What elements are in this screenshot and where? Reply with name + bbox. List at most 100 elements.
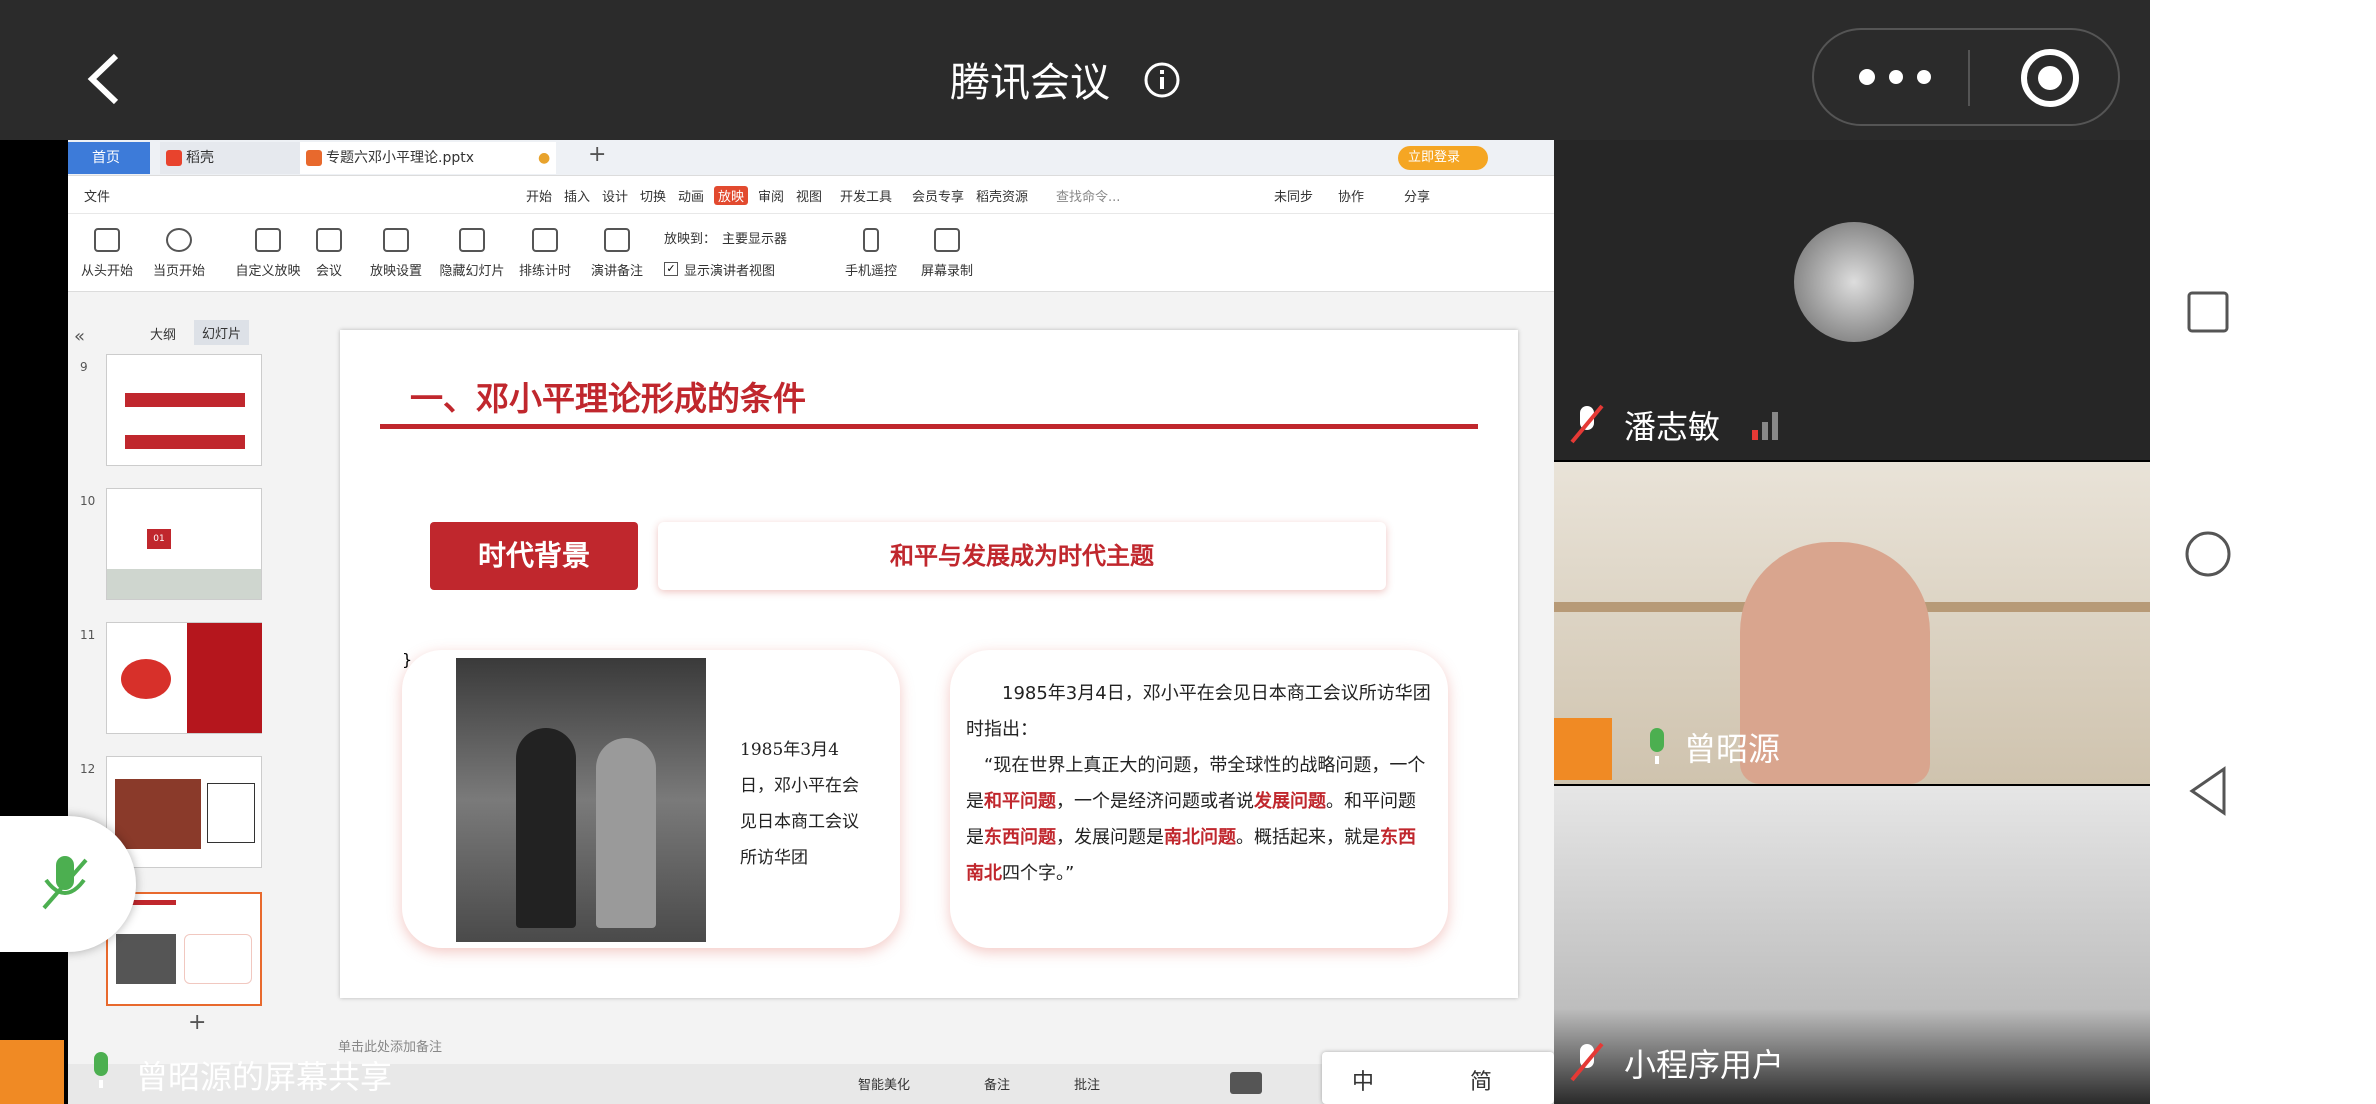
theme-banner: 和平与发展成为时代主题 xyxy=(658,522,1386,590)
tab-docer-label: 稻壳 xyxy=(186,150,214,166)
collaborate-button[interactable]: 协作 xyxy=(1338,186,1364,205)
menu-insert[interactable]: 插入 xyxy=(564,186,590,205)
add-slide-icon[interactable]: + xyxy=(188,1010,206,1035)
tab-document[interactable]: 专题六邓小平理论.pptx ● xyxy=(300,142,556,174)
slide-number: 12 xyxy=(80,762,96,776)
screen-share-label: 曾昭源的屏幕共享 xyxy=(136,1058,393,1096)
title-underline xyxy=(380,424,1478,429)
system-navigation-bar xyxy=(2150,0,2376,1104)
play-from-start-button[interactable]: 从头开始 xyxy=(68,228,146,279)
thumb-number: 01 xyxy=(147,529,171,549)
menu-design[interactable]: 设计 xyxy=(602,186,628,205)
thumb-image xyxy=(107,569,261,599)
era-badge: 时代背景 xyxy=(430,522,638,590)
quote-highlight: 和平问题 xyxy=(984,791,1056,812)
record-icon[interactable] xyxy=(2020,48,2080,108)
play-circle-icon xyxy=(166,228,192,252)
photo-figure xyxy=(516,728,576,928)
slide-thumbnail-12[interactable] xyxy=(106,756,262,868)
new-tab-icon[interactable]: + xyxy=(588,142,606,167)
presenter-view-checkbox[interactable]: ✓ xyxy=(664,262,678,276)
avatar xyxy=(0,1040,64,1104)
slide-number: 9 xyxy=(80,360,88,374)
menu-docer-resources[interactable]: 稻壳资源 xyxy=(976,186,1028,205)
tool-label: 隐藏幻灯片 xyxy=(439,264,505,279)
thumb-bar xyxy=(125,435,245,449)
quote-highlight: 南北问题 xyxy=(1164,827,1236,848)
phone-remote-button[interactable]: 手机遥控 xyxy=(832,228,910,279)
thumb-textbox xyxy=(207,783,255,843)
thumb-bar xyxy=(125,393,245,407)
search-input[interactable]: 查找命令... xyxy=(1056,186,1120,205)
quote-text: ，一个是经济问题或者说 xyxy=(1056,791,1254,812)
participant-tile[interactable]: 曾昭源 xyxy=(1554,462,2150,784)
more-dots-icon[interactable] xyxy=(1856,66,1936,88)
participant-name: 曾昭源 xyxy=(1684,730,1781,768)
tab-docer[interactable]: 稻壳 xyxy=(160,142,300,174)
menu-developer[interactable]: 开发工具 xyxy=(840,186,892,205)
tool-label: 屏幕录制 xyxy=(920,264,973,279)
ppt-file-icon xyxy=(306,150,322,166)
panel-tab-outline[interactable]: 大纲 xyxy=(150,324,176,343)
ime-chinese-toggle[interactable]: 中 xyxy=(1352,1064,1374,1096)
speaker-notes-button[interactable]: 演讲备注 xyxy=(578,228,656,279)
menu-file[interactable]: 文件 xyxy=(84,186,110,205)
back-arrow-icon[interactable] xyxy=(86,52,122,106)
menu-transition[interactable]: 切换 xyxy=(640,186,666,205)
quote-card: 1985年3月4日，邓小平在会见日本商工会议所访华团时指出： “现在世界上真正大… xyxy=(950,650,1448,948)
mic-active-icon xyxy=(1650,728,1664,764)
smart-beautify-button[interactable]: 智能美化 xyxy=(858,1074,910,1093)
mic-muted-icon xyxy=(1570,404,1604,444)
current-slide: 一、邓小平理论形成的条件 时代背景 和平与发展成为时代主题 1985年3月4日，… xyxy=(340,330,1518,998)
phone-icon xyxy=(863,228,879,252)
signal-strength-icon xyxy=(1752,412,1778,440)
ime-toolbar: 中 简 xyxy=(1322,1052,1554,1104)
quote-intro: 1985年3月4日，邓小平在会见日本商工会议所访华团时指出： xyxy=(966,683,1431,740)
slide-thumbnail-9[interactable] xyxy=(106,354,262,466)
wps-menu-bar: 文件 开始 插入 设计 切换 动画 放映 审阅 视图 开发工具 会员专享 稻壳资… xyxy=(68,176,1554,214)
screen-record-button[interactable]: 屏幕录制 xyxy=(908,228,986,279)
tab-home[interactable]: 首页 xyxy=(68,142,150,174)
menu-start[interactable]: 开始 xyxy=(526,186,552,205)
play-slideshow-icon[interactable] xyxy=(1230,1072,1262,1094)
avatar xyxy=(1554,718,1612,780)
tool-label: 手机遥控 xyxy=(844,264,897,279)
rehearse-timing-button[interactable]: 排练计时 xyxy=(502,228,588,279)
menu-view[interactable]: 视图 xyxy=(796,186,822,205)
participant-name: 潘志敏 xyxy=(1624,408,1721,446)
mute-button[interactable] xyxy=(0,816,136,952)
play-to-select[interactable]: 主要显示器 xyxy=(722,228,787,247)
slide-thumbnail-10[interactable]: 01 xyxy=(106,488,262,600)
back-icon[interactable] xyxy=(2188,766,2228,816)
tool-label: 当页开始 xyxy=(152,264,205,279)
collapse-panel-icon[interactable]: « xyxy=(74,326,85,347)
docer-logo-icon xyxy=(166,150,182,166)
menu-animation[interactable]: 动画 xyxy=(678,186,704,205)
participant-tile[interactable]: 潘志敏 xyxy=(1554,140,2150,460)
participant-tile[interactable]: 小程序用户 xyxy=(1554,786,2150,1104)
quote-text: 四个字。” xyxy=(1002,863,1075,884)
home-icon[interactable] xyxy=(2184,530,2232,578)
play-current-button[interactable]: 当页开始 xyxy=(140,228,218,279)
info-icon[interactable] xyxy=(1144,62,1180,98)
login-button[interactable]: 立即登录 xyxy=(1398,146,1488,170)
video-icon xyxy=(316,228,342,252)
notes-button[interactable]: 备注 xyxy=(984,1074,1010,1093)
slide-thumbnail-11[interactable] xyxy=(106,622,262,734)
meeting-title: 腾讯会议 xyxy=(950,60,1110,106)
share-button[interactable]: 分享 xyxy=(1404,186,1430,205)
comments-button[interactable]: 批注 xyxy=(1074,1074,1100,1093)
timer-icon xyxy=(532,228,558,252)
mic-muted-icon xyxy=(1570,1042,1604,1082)
menu-member[interactable]: 会员专享 xyxy=(912,186,964,205)
tab-document-label: 专题六邓小平理论.pptx xyxy=(326,150,474,166)
settings-icon xyxy=(383,228,409,252)
sync-status[interactable]: 未同步 xyxy=(1274,186,1313,205)
ime-simplified-toggle[interactable]: 简 xyxy=(1470,1064,1492,1096)
recent-apps-icon[interactable] xyxy=(2186,290,2230,334)
menu-slideshow[interactable]: 放映 xyxy=(714,186,749,205)
panel-tab-slides[interactable]: 幻灯片 xyxy=(194,320,250,345)
menu-review[interactable]: 审阅 xyxy=(758,186,784,205)
participant-name: 小程序用户 xyxy=(1624,1046,1785,1084)
play-icon xyxy=(94,228,120,252)
